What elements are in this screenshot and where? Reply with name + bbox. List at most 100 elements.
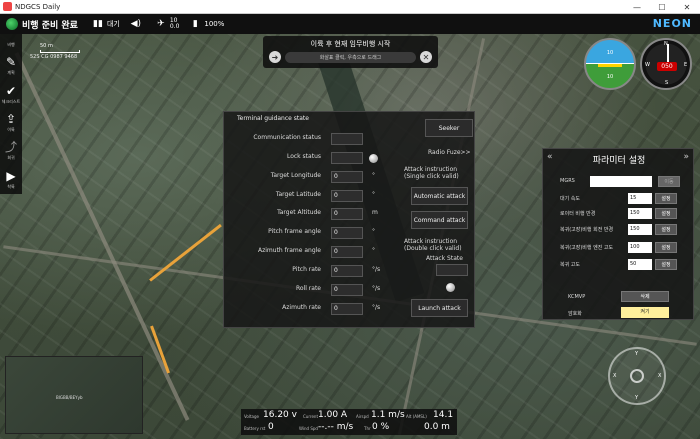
toolbar-fly-button[interactable]: 비행 xyxy=(0,37,22,52)
param-set-button[interactable]: 설정 xyxy=(655,224,677,235)
row-label: Target Latitude xyxy=(275,191,321,198)
guidance-row: Azimuth rate 0 °/s xyxy=(224,303,404,315)
row-label: Azimuth frame angle xyxy=(258,247,321,254)
row-value: 0 xyxy=(331,171,363,183)
toolbar-plan-button[interactable]: ✎ 계획 xyxy=(0,52,22,80)
param-input[interactable]: 150 xyxy=(628,208,652,219)
launch-attack-button[interactable]: Launch attack xyxy=(411,299,468,317)
maximize-button[interactable]: ☐ xyxy=(650,0,674,14)
kcmvp-label: KCMVP xyxy=(568,294,586,300)
collapse-right-icon[interactable]: » xyxy=(683,152,689,162)
window-titlebar: NDGCS Daily — ☐ ✕ xyxy=(0,0,700,14)
battery-value: 100% xyxy=(204,20,225,28)
param-set-button[interactable]: 설정 xyxy=(655,193,677,204)
speaker-icon: ◀) xyxy=(130,19,142,29)
arrow-right-icon[interactable]: ➜ xyxy=(269,51,281,63)
guidance-row: Target Latitude 0 ° xyxy=(224,190,404,202)
kcmvp-delete-button[interactable]: 삭제 xyxy=(621,291,669,302)
joystick-left-label: X xyxy=(613,373,617,379)
close-icon[interactable]: ✕ xyxy=(420,51,432,63)
row-unit: °/s xyxy=(372,285,381,292)
mode-label: 대기 xyxy=(106,20,120,28)
param-set-button[interactable]: 설정 xyxy=(655,208,677,219)
mode-indicator[interactable]: ▮▮ 대기 xyxy=(92,19,120,29)
toolbar-takeoff-button[interactable]: ⇪ 이륙 xyxy=(0,109,22,137)
row-label: Target Longitude xyxy=(270,172,321,179)
param-input[interactable]: 150 xyxy=(628,224,652,235)
row-label: Communication status xyxy=(253,134,321,141)
virtual-joystick[interactable]: Y Y X X xyxy=(608,347,666,405)
return-icon: ⤴ xyxy=(4,140,17,155)
minimap-label: BIGBB/BEYyb xyxy=(56,395,83,400)
param-input[interactable]: 100 xyxy=(628,242,652,253)
current-label: Current xyxy=(303,414,319,419)
battery-indicator[interactable]: ▮ 100% xyxy=(189,19,225,29)
param-set-button[interactable]: 설정 xyxy=(655,242,677,253)
minimize-button[interactable]: — xyxy=(625,0,649,14)
speaker-indicator[interactable]: ◀) xyxy=(130,19,145,29)
voltage-value: 16.20 v xyxy=(263,410,297,420)
close-window-button[interactable]: ✕ xyxy=(675,0,699,14)
param-row: 대기 속도 15 설정 xyxy=(543,193,695,205)
row-label: Azimuth rate xyxy=(282,304,321,311)
toolbar-land-button[interactable]: ▶ 착륙 xyxy=(0,166,22,194)
row-value: 0 xyxy=(331,265,363,277)
signal-icon: ▮▮ xyxy=(93,19,103,29)
row-value: 0 xyxy=(331,303,363,315)
automatic-attack-button[interactable]: Automatic attack xyxy=(411,187,468,205)
toolbar-label: 체크리스트 xyxy=(1,98,21,104)
guidance-row: Azimuth frame angle 0 ° xyxy=(224,246,404,258)
joystick-down-label: Y xyxy=(635,395,639,401)
seeker-button[interactable]: Seeker xyxy=(425,119,473,137)
row-label: Target Altitude xyxy=(277,209,321,216)
heading-readout: 050 xyxy=(657,62,677,71)
joystick-knob[interactable] xyxy=(630,369,644,383)
scale-label: 50 m xyxy=(40,43,53,49)
command-attack-button[interactable]: Command attack xyxy=(411,211,468,229)
aircraft-icon: ✈ xyxy=(157,19,165,29)
distance-value: 0.0 m xyxy=(424,422,450,432)
compass-e: E xyxy=(684,62,688,68)
mission-slider[interactable]: 화살표 클릭, 우측으로 드래그 xyxy=(285,51,416,63)
satellite-indicator[interactable]: ✈ 10 0.0 xyxy=(155,18,179,30)
toolbar-checklist-button[interactable]: ✔ 체크리스트 xyxy=(0,81,22,109)
radio-fuze-link[interactable]: Radio Fuze>> xyxy=(428,149,471,156)
param-input[interactable]: 15 xyxy=(628,193,652,204)
wind-label: Wind Spd xyxy=(299,426,318,431)
param-label: 복귀 고도 xyxy=(560,262,580,268)
app-icon xyxy=(3,2,12,11)
map-scale: 50 m xyxy=(40,43,80,53)
terminal-guidance-panel: Terminal guidance state Communication st… xyxy=(223,111,475,328)
row-unit: ° xyxy=(372,247,375,254)
throttle-label: Thr xyxy=(364,426,371,431)
joystick-up-label: Y xyxy=(635,351,639,357)
encrypt-on-button[interactable]: 켜기 xyxy=(621,307,669,318)
toolbar-label: 착륙 xyxy=(7,183,15,189)
mini-map[interactable]: BIGBB/BEYyb xyxy=(5,356,143,434)
mgrs-input[interactable] xyxy=(590,176,652,187)
param-row: 로이터 비행 반경 150 설정 xyxy=(543,208,695,220)
row-value xyxy=(331,152,363,164)
row-unit: ° xyxy=(372,228,375,235)
param-set-button[interactable]: 설정 xyxy=(655,259,677,270)
telemetry-bar: Voltage 16.20 v Current 1.00 A Airspd 1.… xyxy=(241,409,457,435)
mgrs-move-button[interactable]: 이동 xyxy=(658,176,680,187)
attack-state-label: Attack State xyxy=(426,255,463,262)
play-icon: ▶ xyxy=(6,168,16,183)
row-unit: ° xyxy=(372,172,375,179)
toolbar-label: 계획 xyxy=(7,70,15,76)
airspeed-value: 1.1 m/s xyxy=(371,410,405,420)
map-coordinate: 52S CG 0987 9468 xyxy=(30,54,78,60)
param-row: 복귀(고장)비행 회전 반경 150 설정 xyxy=(543,224,695,236)
row-label: Pitch rate xyxy=(292,266,321,273)
row-label: Lock status xyxy=(286,153,321,160)
toolbar-label: 이륙 xyxy=(7,127,15,133)
row-unit: °/s xyxy=(372,304,381,311)
flight-state: 비행 준비 완료 xyxy=(22,20,78,31)
toolbar-return-button[interactable]: ⤴ 회귀 xyxy=(0,137,22,165)
battery-rst-value: 0 xyxy=(268,422,274,432)
param-label: 로이터 비행 반경 xyxy=(560,211,596,217)
param-input[interactable]: 50 xyxy=(628,259,652,270)
pitch-label: 10 xyxy=(606,50,614,56)
param-label: 대기 속도 xyxy=(560,196,580,202)
